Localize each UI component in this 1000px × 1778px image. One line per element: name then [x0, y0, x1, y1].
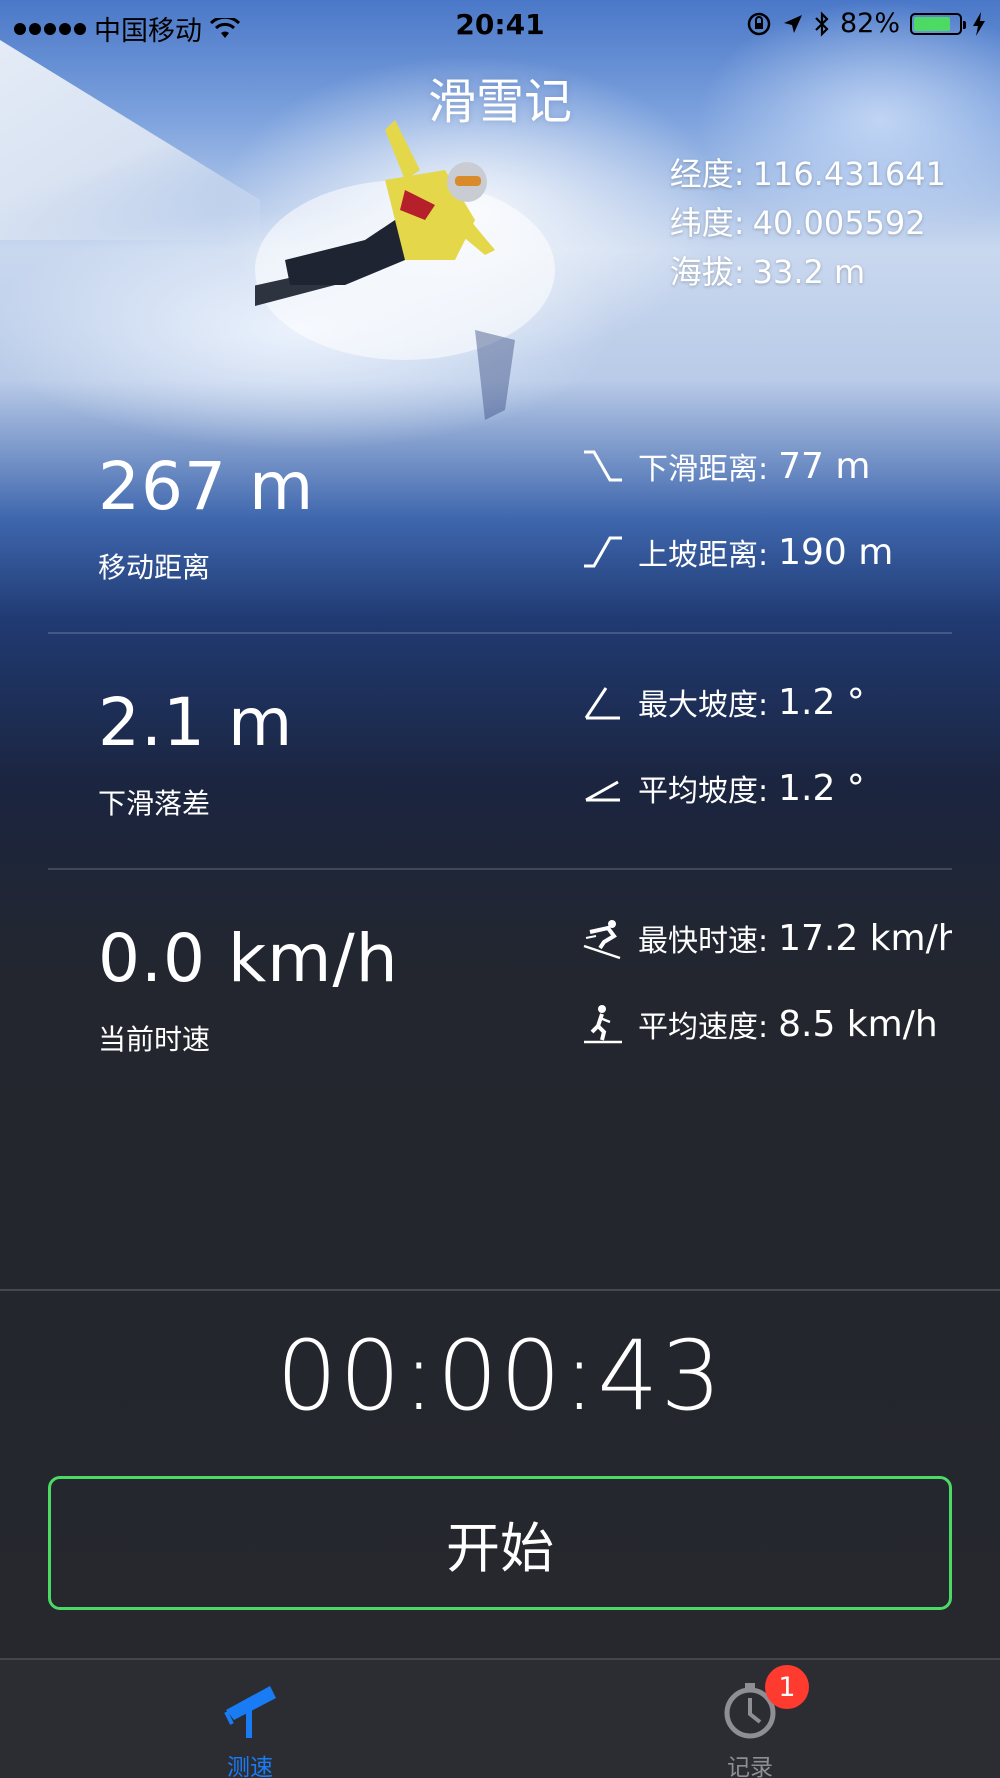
longitude-value: 116.431641 [752, 155, 946, 193]
drop-value: 2.1 m [98, 684, 294, 761]
uphill-distance-value: 190 m [778, 531, 894, 573]
uphill-distance-row: 上坡距离: 190 m [580, 527, 952, 577]
altitude-value: 33.2 m [752, 253, 866, 291]
charging-bolt-icon [973, 11, 985, 36]
current-speed-value: 0.0 km/h [98, 920, 399, 997]
status-bar: 中国移动 20:41 82% [0, 0, 1000, 50]
avg-angle-icon [585, 780, 620, 802]
max-slope-label: 最大坡度: [638, 688, 769, 723]
downhill-distance-value: 77 m [778, 445, 871, 487]
max-angle-icon [584, 687, 620, 720]
max-slope-row: 最大坡度: 1.2 ° [580, 677, 952, 727]
app-title: 滑雪记 [427, 74, 572, 130]
avg-speed-row: 平均速度: 8.5 km/h [580, 999, 952, 1049]
bluetooth-icon [815, 10, 829, 37]
avg-slope-value: 1.2 ° [778, 767, 865, 809]
uphill-slope-icon [584, 536, 622, 568]
downhill-distance-row: 下滑距离: 77 m [580, 441, 952, 491]
avg-slope-row: 平均坡度: 1.2 ° [580, 763, 952, 813]
speed-gun-icon [224, 1686, 276, 1738]
snowboarder-illustration [255, 120, 555, 420]
max-speed-label: 最快时速: [638, 924, 769, 959]
section-divider [48, 868, 952, 870]
max-speed-row: 最快时速: 17.2 km/h [580, 913, 952, 963]
altitude-label: 海拔: [669, 253, 745, 291]
tab-speed-label: 测速 [227, 1755, 273, 1778]
tab-speed[interactable]: 测速 [140, 1660, 360, 1778]
elapsed-timer: 00:00:43 [276, 1320, 724, 1432]
avg-speed-value: 8.5 km/h [778, 1003, 938, 1045]
max-speed-value: 17.2 km/h [778, 917, 952, 959]
records-badge: 1 [765, 1665, 809, 1709]
max-slope-value: 1.2 ° [778, 681, 865, 723]
start-button[interactable]: 开始 [48, 1476, 952, 1610]
drop-label: 下滑落差 [98, 787, 211, 820]
location-panel: 经度: 116.431641 纬度: 40.005592 海拔: 33.2 m [670, 150, 946, 297]
skier-icon [584, 1005, 622, 1044]
tab-bar: 测速 记录 [0, 1658, 1000, 1778]
location-arrow-icon [783, 14, 802, 33]
avg-speed-label: 平均速度: [638, 1010, 769, 1045]
section-divider [48, 632, 952, 634]
uphill-distance-label: 上坡距离: [638, 538, 769, 573]
timer-divider [0, 1289, 1000, 1291]
downhill-slope-icon [584, 450, 622, 482]
distance-label: 移动距离 [98, 551, 211, 584]
battery-percent: 82% [839, 8, 900, 39]
latitude-label: 纬度: [669, 204, 745, 242]
skier-fast-icon [583, 920, 621, 960]
tab-records-label: 记录 [727, 1755, 773, 1778]
status-right: 82% [746, 8, 986, 39]
current-speed-label: 当前时速 [98, 1023, 211, 1056]
rotation-lock-icon [747, 12, 771, 35]
latitude-value: 40.005592 [752, 204, 926, 242]
tab-records[interactable]: 记录 [640, 1660, 860, 1778]
downhill-distance-label: 下滑距离: [638, 452, 769, 487]
avg-slope-label: 平均坡度: [638, 774, 769, 809]
battery-icon [910, 12, 966, 35]
distance-value: 267 m [98, 448, 315, 525]
longitude-label: 经度: [669, 155, 745, 193]
